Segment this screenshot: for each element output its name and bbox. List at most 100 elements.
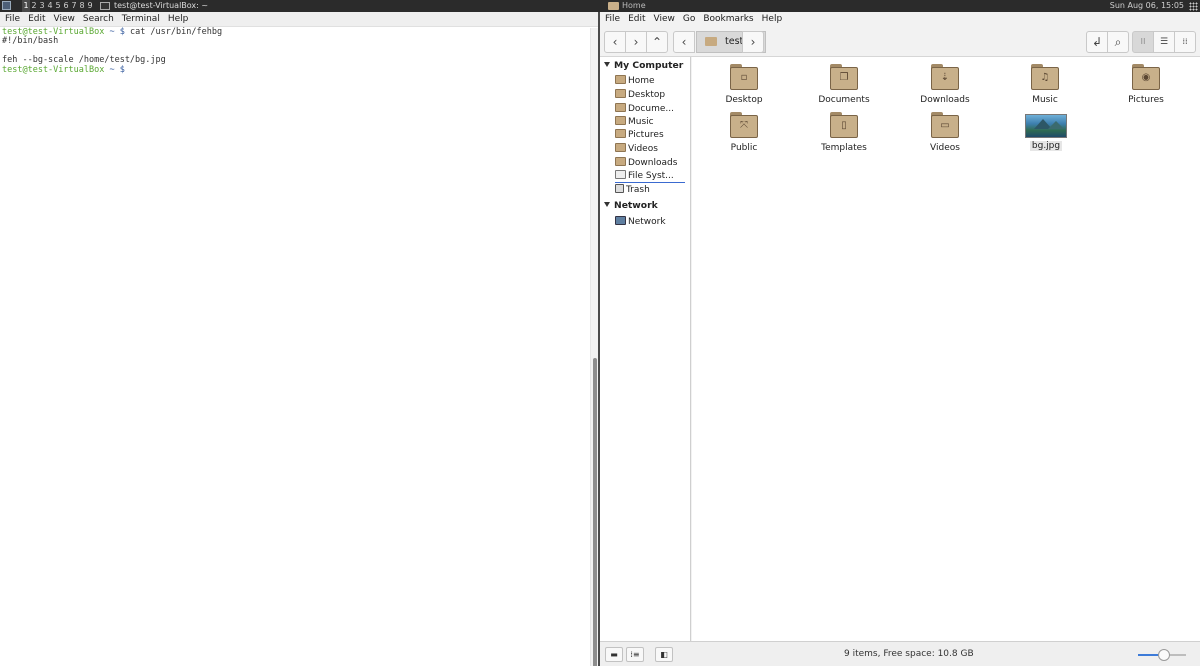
terminal-task-icon[interactable]	[100, 2, 110, 10]
filemanager-task-title[interactable]: Home	[622, 0, 646, 12]
folder-desktop-icon: ▫	[730, 64, 758, 90]
file-item-public[interactable]: ⤧ Public	[699, 112, 789, 154]
up-button[interactable]: ⌃	[646, 31, 668, 53]
folder-music-icon: ♫	[1031, 64, 1059, 90]
sidebar-item-trash[interactable]: Trash	[615, 184, 685, 197]
fm-menubar: File Edit View Go Bookmarks Help	[600, 12, 1200, 27]
list-view-button[interactable]: ☰	[1153, 31, 1175, 53]
terminal-menu-help[interactable]: Help	[164, 12, 193, 27]
file-item-bg-jpg[interactable]: bg.jpg	[1001, 114, 1091, 151]
file-item-music[interactable]: ♫ Music	[1000, 64, 1090, 106]
sidebar-section-my-computer[interactable]: My Computer	[604, 60, 683, 71]
compact-view-icon: ⁞⁞	[1182, 37, 1188, 46]
fm-menu-file[interactable]: File	[600, 12, 624, 27]
desktop: 123456789 test@test-VirtualBox: ~ Home S…	[0, 0, 1200, 666]
folder-icon	[615, 116, 626, 125]
breadcrumb-next-button[interactable]: ›	[742, 31, 764, 53]
file-item-downloads[interactable]: ⇣ Downloads	[900, 64, 990, 106]
terminal-menu-view[interactable]: View	[50, 12, 79, 27]
workspace-9[interactable]: 9	[86, 0, 94, 12]
terminal-menu-edit[interactable]: Edit	[24, 12, 49, 27]
file-view[interactable]: ▫ Desktop ❐ Documents ⇣ Downloads ♫ Musi…	[692, 57, 1200, 641]
file-name: bg.jpg	[1029, 141, 1063, 151]
fm-menu-go[interactable]: Go	[679, 12, 699, 27]
workspace-8[interactable]: 8	[78, 0, 86, 12]
apps-grid-icon[interactable]	[1189, 2, 1198, 11]
folder-icon	[615, 157, 626, 166]
fm-menu-help[interactable]: Help	[758, 12, 787, 27]
forward-button[interactable]: ›	[625, 31, 647, 53]
folder-icon	[615, 103, 626, 112]
terminal-icon: ↲	[1091, 35, 1103, 49]
workspace-1[interactable]: 1	[22, 0, 30, 12]
expander-icon	[604, 202, 610, 207]
terminal-menu-file[interactable]: File	[0, 12, 24, 27]
search-button[interactable]: ⌕	[1107, 31, 1129, 53]
drive-icon	[615, 170, 626, 179]
workspace-6[interactable]: 6	[62, 0, 70, 12]
sidebar-item-home[interactable]: Home	[615, 75, 685, 88]
sidebar-item-videos[interactable]: Videos	[615, 143, 685, 156]
tree-icon: ⁞≡	[630, 650, 640, 659]
workspace-4[interactable]: 4	[46, 0, 54, 12]
top-panel-left: 123456789 test@test-VirtualBox: ~	[0, 0, 600, 12]
terminal-window: File Edit View Search Terminal Help test@test…	[0, 12, 598, 666]
places-icon: ▬	[610, 650, 618, 659]
sidebar-item-documents[interactable]: Docume...	[615, 103, 685, 116]
clock[interactable]: Sun Aug 06, 15:05	[1110, 0, 1184, 12]
sidebar-item-downloads[interactable]: Downloads	[615, 157, 685, 170]
folder-videos-icon: ▭	[931, 112, 959, 138]
workspace-2[interactable]: 2	[30, 0, 38, 12]
workspace-3[interactable]: 3	[38, 0, 46, 12]
file-name: Videos	[930, 143, 960, 153]
fm-menu-view[interactable]: View	[650, 12, 679, 27]
file-name: Desktop	[725, 95, 763, 105]
sidebar-item-network[interactable]: Network	[615, 216, 685, 229]
folder-task-icon[interactable]	[608, 2, 619, 10]
toggle-sidebar-button[interactable]: ◧	[655, 647, 673, 662]
file-name: Music	[1032, 95, 1058, 105]
terminal-output[interactable]: test@test-VirtualBox ~ $ cat /usr/bin/fe…	[0, 27, 590, 666]
sidebar-item-desktop[interactable]: Desktop	[615, 89, 685, 102]
file-item-documents[interactable]: ❐ Documents	[799, 64, 889, 106]
file-name: Documents	[818, 95, 870, 105]
terminal-task-title[interactable]: test@test-VirtualBox: ~	[114, 0, 208, 12]
sidebar-item-pictures[interactable]: Pictures	[615, 129, 685, 142]
status-text: 9 items, Free space: 10.8 GB	[844, 649, 974, 659]
sidebar-item-music[interactable]: Music	[615, 116, 685, 129]
file-name: Pictures	[1128, 95, 1164, 105]
terminal-menu-terminal[interactable]: Terminal	[118, 12, 164, 27]
menu-icon[interactable]	[2, 1, 11, 10]
show-places-button[interactable]: ▬	[605, 647, 623, 662]
file-item-videos[interactable]: ▭ Videos	[900, 112, 990, 154]
breadcrumb-prev-button[interactable]: ‹	[673, 31, 695, 53]
file-item-templates[interactable]: ▯ Templates	[799, 112, 889, 154]
workspace-switcher[interactable]: 123456789	[22, 0, 94, 12]
zoom-slider-handle[interactable]	[1158, 649, 1171, 661]
file-item-pictures[interactable]: ◉ Pictures	[1101, 64, 1191, 106]
show-tree-button[interactable]: ⁞≡	[626, 647, 644, 662]
top-panel-right: Home Sun Aug 06, 15:05	[600, 0, 1200, 12]
zoom-slider[interactable]	[1138, 649, 1186, 661]
file-manager-window: File Edit View Go Bookmarks Help ‹ › ⌃ ‹ test…	[600, 12, 1200, 666]
fm-menu-edit[interactable]: Edit	[624, 12, 649, 27]
terminal-scrollbar-thumb[interactable]	[593, 358, 597, 666]
workspace-5[interactable]: 5	[54, 0, 62, 12]
icon-view-button[interactable]: ⁝⁝	[1132, 31, 1154, 53]
sidebar-section-network[interactable]: Network	[604, 200, 658, 211]
list-view-icon: ☰	[1159, 37, 1169, 47]
file-item-desktop[interactable]: ▫ Desktop	[699, 64, 789, 106]
folder-icon	[615, 75, 626, 84]
sidebar-item-file-system[interactable]: File Syst...	[615, 170, 685, 183]
terminal-menu-search[interactable]: Search	[79, 12, 118, 27]
chevron-left-icon: ‹	[681, 35, 687, 49]
terminal-line: #!/bin/bash	[2, 36, 59, 47]
terminal-scrollbar[interactable]	[590, 28, 598, 666]
workspace-7[interactable]: 7	[70, 0, 78, 12]
open-terminal-button[interactable]: ↲	[1086, 31, 1108, 53]
compact-view-button[interactable]: ⁞⁞	[1174, 31, 1196, 53]
fm-menu-bookmarks[interactable]: Bookmarks	[699, 12, 757, 27]
file-name: Public	[730, 143, 758, 153]
back-button[interactable]: ‹	[604, 31, 626, 53]
file-name: Downloads	[920, 95, 970, 105]
